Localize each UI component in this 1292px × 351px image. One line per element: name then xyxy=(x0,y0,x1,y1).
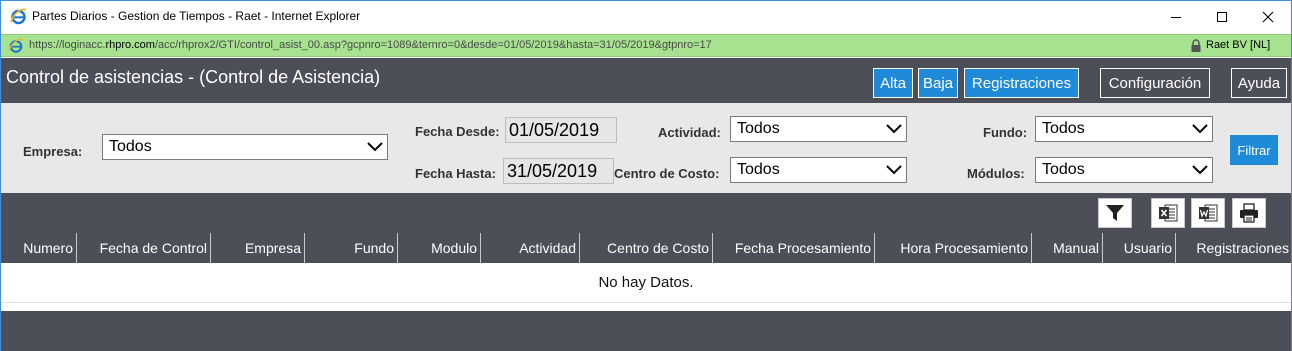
empresa-value: Todos xyxy=(109,138,152,155)
modulos-value: Todos xyxy=(1042,161,1085,178)
fundo-label: Fundo: xyxy=(983,125,1028,140)
actividad-select[interactable]: Todos xyxy=(730,116,907,142)
browser-window: Partes Diarios - Gestion de Tiempos - Ra… xyxy=(0,0,1292,351)
url-prefix: https://loginacc. xyxy=(29,39,106,51)
grid-footer xyxy=(1,311,1291,351)
column-header-modulo[interactable]: Modulo xyxy=(398,233,481,263)
column-header-fecha-procesamiento[interactable]: Fecha Procesamiento xyxy=(713,233,875,263)
chevron-down-icon xyxy=(886,124,902,134)
url-path: /acc/rhprox2/GTI/control_asist_00.asp?gc… xyxy=(154,39,712,51)
lock-icon[interactable] xyxy=(1190,39,1202,53)
centro-costo-select[interactable]: Todos xyxy=(730,157,907,183)
fecha-hasta-label: Fecha Hasta: xyxy=(415,166,496,181)
page-title: Control de asistencias - (Control de Asi… xyxy=(6,67,381,87)
actividad-label: Actividad: xyxy=(658,125,721,140)
column-header-registraciones[interactable]: Registraciones xyxy=(1176,233,1291,263)
address-url[interactable]: https://loginacc.rhpro.com/acc/rhprox2/G… xyxy=(29,39,712,51)
word-icon xyxy=(1199,204,1218,222)
fundo-select[interactable]: Todos xyxy=(1035,116,1213,142)
url-domain: rhpro.com xyxy=(105,39,155,51)
certificate-owner[interactable]: Raet BV [NL] xyxy=(1206,39,1270,51)
table-body: No hay Datos. xyxy=(1,263,1291,303)
maximize-button[interactable] xyxy=(1199,1,1245,33)
chevron-down-icon xyxy=(1192,124,1208,134)
fecha-desde-label: Fecha Desde: xyxy=(415,124,500,139)
modulos-label: Módulos: xyxy=(967,166,1025,181)
empresa-select[interactable]: Todos xyxy=(102,134,388,160)
close-button[interactable] xyxy=(1245,1,1291,33)
filter-panel: Empresa: Todos Fecha Desde: 01/05/2019 F… xyxy=(1,103,1291,193)
column-header-hora-procesamiento[interactable]: Hora Procesamiento xyxy=(875,233,1032,263)
minimize-button[interactable] xyxy=(1153,1,1199,33)
close-icon xyxy=(1262,11,1274,23)
centro-costo-value: Todos xyxy=(737,161,780,178)
export-excel-button[interactable] xyxy=(1151,198,1185,228)
filtrar-button[interactable]: Filtrar xyxy=(1230,135,1278,165)
column-header-manual[interactable]: Manual xyxy=(1032,233,1103,263)
grid-toolbar xyxy=(1,193,1291,233)
chevron-down-icon xyxy=(886,165,902,175)
title-bar: Partes Diarios - Gestion de Tiempos - Ra… xyxy=(1,1,1291,33)
column-header-empresa[interactable]: Empresa xyxy=(211,233,305,263)
print-button[interactable] xyxy=(1232,198,1266,228)
app-header: Control de asistencias - (Control de Asi… xyxy=(1,58,1291,103)
chevron-down-icon xyxy=(1192,165,1208,175)
maximize-icon xyxy=(1217,12,1227,22)
filter-button[interactable] xyxy=(1098,198,1132,228)
excel-icon xyxy=(1159,204,1178,222)
fecha-hasta-value: 31/05/2019 xyxy=(507,161,598,181)
column-header-fundo[interactable]: Fundo xyxy=(305,233,398,263)
column-header-actividad[interactable]: Actividad xyxy=(481,233,580,263)
window-title: Partes Diarios - Gestion de Tiempos - Ra… xyxy=(32,9,361,23)
fecha-hasta-field[interactable]: 31/05/2019 xyxy=(503,158,614,184)
registraciones-button[interactable]: Registraciones xyxy=(964,68,1079,98)
fecha-desde-field[interactable]: 01/05/2019 xyxy=(505,117,617,143)
address-bar[interactable]: https://loginacc.rhpro.com/acc/rhprox2/G… xyxy=(1,34,1291,57)
configuracion-button[interactable]: Configuración xyxy=(1100,68,1210,98)
actividad-value: Todos xyxy=(737,120,780,137)
column-header-numero[interactable]: Numero xyxy=(1,233,77,263)
baja-button[interactable]: Baja xyxy=(918,68,958,98)
chevron-down-icon xyxy=(367,142,383,152)
internet-explorer-icon xyxy=(8,38,24,53)
fecha-desde-value: 01/05/2019 xyxy=(509,120,600,140)
export-word-button[interactable] xyxy=(1191,198,1225,228)
modulos-select[interactable]: Todos xyxy=(1035,157,1213,183)
column-header-fecha-control[interactable]: Fecha de Control xyxy=(77,233,211,263)
minimize-icon xyxy=(1171,17,1181,18)
ayuda-button[interactable]: Ayuda xyxy=(1231,68,1287,98)
table-header: Numero Fecha de Control Empresa Fundo Mo… xyxy=(1,233,1291,263)
empty-message: No hay Datos. xyxy=(598,274,694,291)
column-header-usuario[interactable]: Usuario xyxy=(1103,233,1176,263)
alta-button[interactable]: Alta xyxy=(873,68,913,98)
internet-explorer-icon xyxy=(10,8,27,25)
column-header-centro-costo[interactable]: Centro de Costo xyxy=(580,233,713,263)
centro-costo-label: Centro de Costo: xyxy=(614,166,720,181)
filter-icon xyxy=(1106,205,1124,221)
empresa-label: Empresa: xyxy=(23,144,83,159)
print-icon xyxy=(1240,203,1258,223)
fundo-value: Todos xyxy=(1042,120,1085,137)
